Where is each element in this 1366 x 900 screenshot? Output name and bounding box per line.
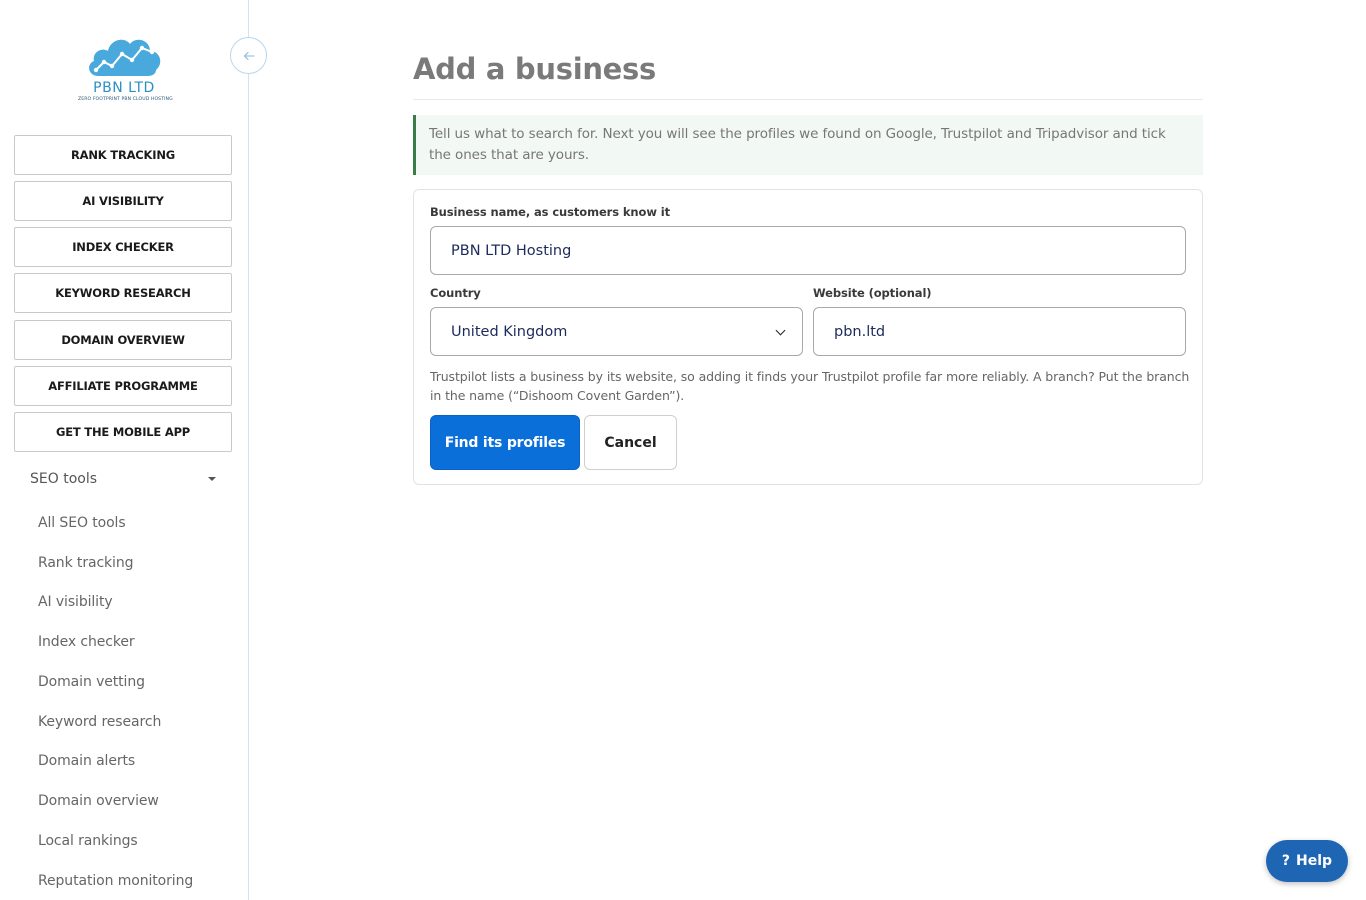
caret-down-icon	[208, 477, 216, 481]
brand-logo[interactable]: PBN LTD ZERO FOOTPRINT PBN CLOUD HOSTING	[78, 30, 173, 114]
business-name-input[interactable]: PBN LTD Hosting	[430, 226, 1186, 275]
sidebar-item-rank-tracking[interactable]: Rank tracking	[38, 555, 134, 571]
country-select[interactable]: United Kingdom	[430, 307, 803, 356]
nav-button-rank-tracking[interactable]: RANK TRACKING	[14, 135, 232, 175]
seo-tools-toggle[interactable]: SEO tools	[30, 468, 220, 490]
info-notice: Tell us what to search for. Next you wil…	[413, 115, 1203, 175]
title-divider	[413, 99, 1203, 100]
website-label: Website (optional)	[813, 286, 932, 300]
nav-button-keyword-research[interactable]: KEYWORD RESEARCH	[14, 273, 232, 313]
sidebar-item-domain-overview[interactable]: Domain overview	[38, 793, 159, 809]
seo-tools-label: SEO tools	[30, 471, 98, 487]
arrow-left-icon	[243, 51, 255, 60]
nav-button-ai-visibility[interactable]: AI VISIBILITY	[14, 181, 232, 221]
chevron-down-icon	[775, 325, 786, 336]
cancel-button[interactable]: Cancel	[584, 415, 677, 470]
website-input[interactable]: pbn.ltd	[813, 307, 1186, 356]
nav-button-mobile-app[interactable]: GET THE MOBILE APP	[14, 412, 232, 452]
sidebar: PBN LTD ZERO FOOTPRINT PBN CLOUD HOSTING…	[0, 0, 249, 900]
page-title: Add a business	[413, 52, 656, 86]
cloud-chart-logo-icon	[89, 39, 161, 76]
brand-tagline: ZERO FOOTPRINT PBN CLOUD HOSTING	[78, 97, 173, 102]
website-help-text: Trustpilot lists a business by its websi…	[430, 369, 1190, 403]
sidebar-item-domain-alerts[interactable]: Domain alerts	[38, 753, 135, 769]
sidebar-item-keyword-research[interactable]: Keyword research	[38, 714, 161, 730]
sidebar-item-ai-visibility[interactable]: AI visibility	[38, 594, 113, 610]
sidebar-item-domain-vetting[interactable]: Domain vetting	[38, 674, 145, 690]
sidebar-item-index-checker[interactable]: Index checker	[38, 634, 135, 650]
nav-button-index-checker[interactable]: INDEX CHECKER	[14, 227, 232, 267]
question-icon: ?	[1281, 853, 1291, 869]
help-button[interactable]: ? Help	[1266, 840, 1348, 882]
find-profiles-button[interactable]: Find its profiles	[430, 415, 580, 470]
business-name-label: Business name, as customers know it	[430, 205, 670, 219]
country-label: Country	[430, 286, 481, 300]
sidebar-collapse-button[interactable]	[230, 37, 267, 74]
nav-button-domain-overview[interactable]: DOMAIN OVERVIEW	[14, 320, 232, 360]
sidebar-item-local-rankings[interactable]: Local rankings	[38, 833, 138, 849]
nav-button-affiliate-programme[interactable]: AFFILIATE PROGRAMME	[14, 366, 232, 406]
sidebar-item-reputation-monitoring[interactable]: Reputation monitoring	[38, 873, 193, 889]
brand-name: PBN LTD	[93, 80, 155, 96]
sidebar-item-all-seo-tools[interactable]: All SEO tools	[38, 515, 126, 531]
help-label: Help	[1296, 853, 1333, 869]
country-selected-value: United Kingdom	[451, 323, 568, 340]
